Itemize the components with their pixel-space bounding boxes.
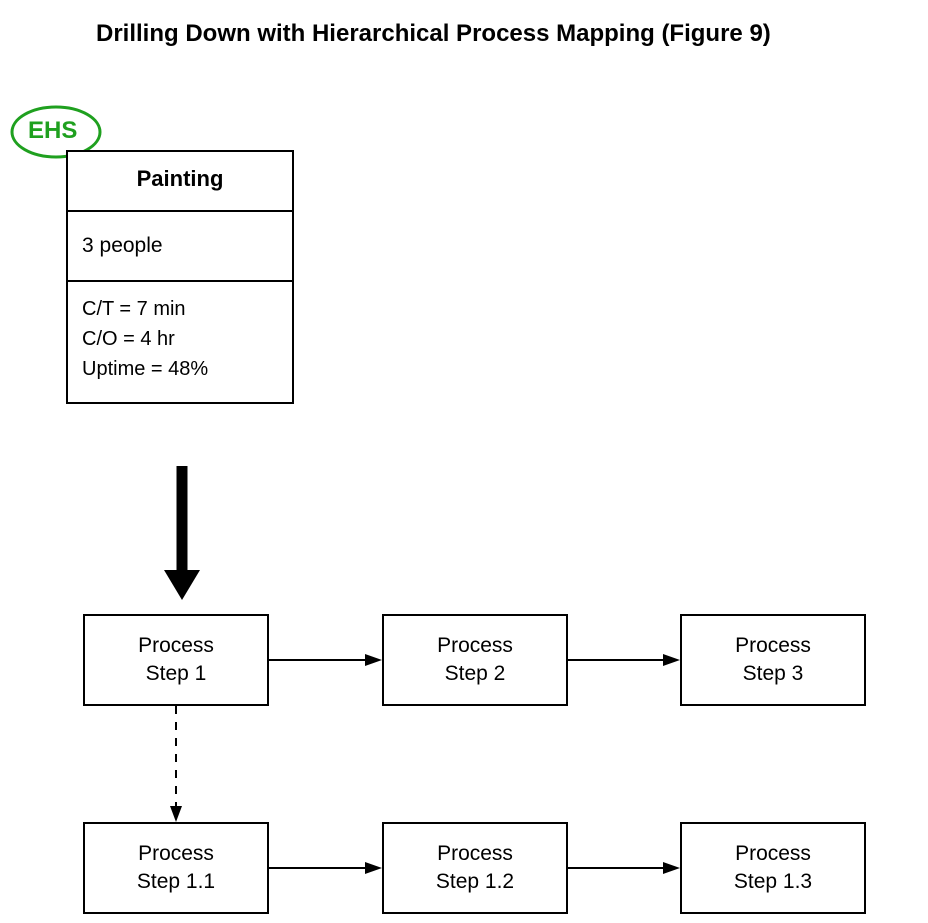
down-arrow-icon [160, 462, 204, 602]
step-label-line1: Process [138, 632, 214, 660]
process-step-1-2: Process Step 1.2 [382, 822, 568, 914]
step-label-line1: Process [437, 840, 513, 868]
step-label-line2: Step 3 [743, 660, 804, 688]
process-box-people: 3 people [68, 212, 292, 282]
step-label-line2: Step 2 [445, 660, 506, 688]
process-step-1-3: Process Step 1.3 [680, 822, 866, 914]
process-box-metrics: C/T = 7 min C/O = 4 hr Uptime = 48% [68, 282, 292, 402]
process-box-title: Painting [68, 152, 292, 212]
step-label-line2: Step 1.1 [137, 868, 215, 896]
metric-co: C/O = 4 hr [82, 324, 278, 354]
step-label-line1: Process [735, 632, 811, 660]
process-step-1: Process Step 1 [83, 614, 269, 706]
step-label-line2: Step 1 [146, 660, 207, 688]
ehs-label: EHS [28, 117, 77, 145]
step-label-line2: Step 1.2 [436, 868, 514, 896]
figure-title: Drilling Down with Hierarchical Process … [96, 20, 771, 48]
arrow-right-icon [269, 652, 382, 668]
process-step-2: Process Step 2 [382, 614, 568, 706]
painting-process-box: Painting 3 people C/T = 7 min C/O = 4 hr… [66, 150, 294, 404]
step-label-line1: Process [735, 840, 811, 868]
dashed-down-arrow-icon [167, 706, 185, 822]
metric-ct: C/T = 7 min [82, 294, 278, 324]
metric-uptime: Uptime = 48% [82, 354, 278, 384]
arrow-right-icon [568, 652, 680, 668]
arrow-right-icon [568, 860, 680, 876]
step-label-line1: Process [138, 840, 214, 868]
step-label-line2: Step 1.3 [734, 868, 812, 896]
step-label-line1: Process [437, 632, 513, 660]
process-step-1-1: Process Step 1.1 [83, 822, 269, 914]
process-step-3: Process Step 3 [680, 614, 866, 706]
arrow-right-icon [269, 860, 382, 876]
